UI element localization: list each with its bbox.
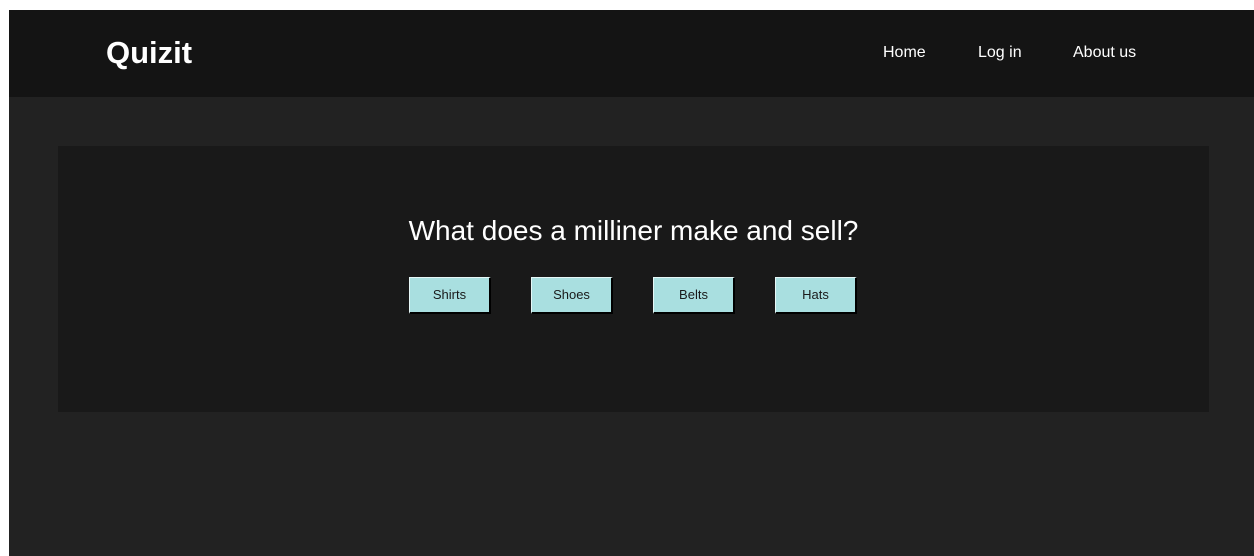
answer-button-belts[interactable]: Belts xyxy=(653,277,735,314)
nav-home-link[interactable]: Home xyxy=(883,44,926,62)
app-window: Quizit Home Log in About us What does a … xyxy=(9,10,1254,556)
answer-button-shirts[interactable]: Shirts xyxy=(409,277,491,314)
quiz-question: What does a milliner make and sell? xyxy=(408,215,859,246)
answer-button-hats[interactable]: Hats xyxy=(775,277,857,314)
nav-about-link[interactable]: About us xyxy=(1073,44,1136,62)
answer-button-shoes[interactable]: Shoes xyxy=(531,277,613,314)
site-logo[interactable]: Quizit xyxy=(106,36,192,70)
site-header: Quizit Home Log in About us xyxy=(9,10,1254,97)
quiz-card: What does a milliner make and sell? Shir… xyxy=(58,146,1209,412)
nav-login-link[interactable]: Log in xyxy=(978,44,1022,62)
